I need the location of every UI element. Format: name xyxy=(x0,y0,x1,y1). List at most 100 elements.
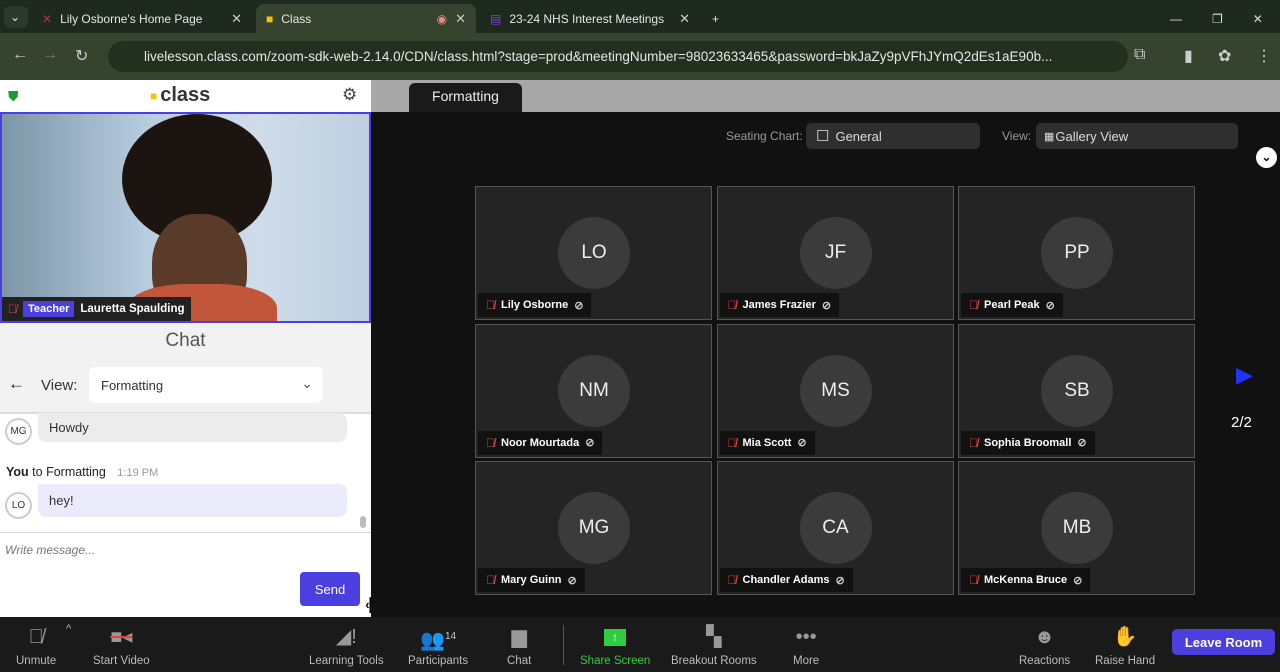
mic-muted-icon: 🎙̸ xyxy=(486,573,495,587)
participant-name-bar: 🎙̸ Lily Osborne ⊘ xyxy=(478,293,592,317)
tab-search-button[interactable]: ⌄ xyxy=(4,6,28,28)
participants-count: 14 xyxy=(444,631,457,642)
start-video-button[interactable]: ■◂ Start Video xyxy=(93,625,150,667)
forms-icon: ▤ xyxy=(490,11,502,26)
participant-avatar: JF xyxy=(799,217,872,289)
url-input[interactable]: livelesson.class.com/zoom-sdk-web-2.14.0… xyxy=(108,41,1128,72)
participant-tile[interactable]: PP 🎙̸ Pearl Peak ⊘ xyxy=(958,186,1195,320)
learning-tools-button[interactable]: ◢! Learning Tools xyxy=(309,625,384,667)
chat-scrollbar[interactable] xyxy=(360,516,366,528)
participant-avatar: CA xyxy=(799,492,872,564)
message-input[interactable] xyxy=(0,536,360,564)
send-button[interactable]: Send xyxy=(300,572,360,606)
eye-off-icon: ⊘ xyxy=(585,437,595,449)
participant-name: Sophia Broomall xyxy=(984,436,1072,449)
eye-off-icon: ⊘ xyxy=(797,437,807,449)
reactions-button[interactable]: ☻ Reactions xyxy=(1019,625,1070,667)
meeting-toolbar: 🎙̸ Unmute ^ ■◂ Start Video ◢! Learning Tool… xyxy=(0,617,1280,672)
eye-off-icon: ⊘ xyxy=(567,574,577,587)
participant-tile[interactable]: MG 🎙̸ Mary Guinn ⊘ xyxy=(475,461,712,595)
recipient: to Formatting xyxy=(32,465,106,479)
chat-title: Chat xyxy=(0,323,371,358)
forward-icon[interactable]: → xyxy=(42,46,58,64)
square-icon: ☐ xyxy=(816,128,830,145)
mic-muted-icon: 🎙̸ xyxy=(969,435,978,450)
breakout-rooms-button[interactable]: ▚ Breakout Rooms xyxy=(671,625,757,667)
tab-nhs-meetings[interactable]: ▤ 23-24 NHS Interest Meetings ✕ xyxy=(480,4,700,33)
close-icon[interactable]: ✕ xyxy=(679,11,690,27)
maximize-icon[interactable]: ❐ xyxy=(1212,12,1223,26)
label: Breakout Rooms xyxy=(671,655,757,667)
participant-name: McKenna Bruce xyxy=(984,574,1068,586)
participant-tile[interactable]: MB 🎙̸ McKenna Bruce ⊘ xyxy=(958,461,1195,595)
gallery-view-select[interactable]: ▦ Gallery View xyxy=(1036,123,1238,149)
sidepanel-icon[interactable]: ▮ xyxy=(1184,46,1193,66)
participant-name-bar: 🎙̸ James Frazier ⊘ xyxy=(719,293,840,317)
participant-tile[interactable]: JF 🎙̸ James Frazier ⊘ xyxy=(716,186,954,320)
mic-muted-icon: 🎙̸ xyxy=(969,298,978,312)
next-page-icon[interactable]: ▶ xyxy=(1236,362,1253,388)
participant-name: Chandler Adams xyxy=(742,574,830,586)
leave-room-button[interactable]: Leave Room xyxy=(1172,629,1275,655)
label: Reactions xyxy=(1019,655,1071,667)
more-button[interactable]: ••• More xyxy=(793,625,819,667)
eye-off-icon: ⊘ xyxy=(574,299,584,312)
seating-chart-select[interactable]: ☐ General xyxy=(806,123,980,149)
raise-hand-button[interactable]: ✋ Raise Hand xyxy=(1095,625,1155,667)
participants-icon: 👥14 xyxy=(420,629,457,652)
participant-avatar: SB xyxy=(1041,354,1113,427)
chat-view-select[interactable]: Formatting ⌄ xyxy=(89,367,323,403)
participant-tile[interactable]: LO 🎙̸ Lily Osborne ⊘ xyxy=(475,186,712,320)
menu-icon[interactable]: ⋮ xyxy=(1256,46,1272,66)
tab-class[interactable]: ■ Class ◉ ✕ xyxy=(256,4,476,33)
participant-tile[interactable]: MS 🎙̸ Mia Scott ⊘ xyxy=(716,323,954,458)
close-icon[interactable]: ✕ xyxy=(455,11,466,27)
collapse-down-icon[interactable]: ⌄ xyxy=(1256,147,1277,168)
tab-home-page[interactable]: ✕ Lily Osborne's Home Page ✕ xyxy=(32,4,252,33)
page-indicator: 2/2 xyxy=(1231,414,1252,431)
chat-view-value: Formatting xyxy=(101,378,164,393)
participant-name: Mary Guinn xyxy=(501,574,562,586)
back-arrow-icon[interactable]: ← xyxy=(8,374,25,394)
close-window-icon[interactable]: ✕ xyxy=(1253,12,1263,26)
gear-icon[interactable]: ⚙ xyxy=(342,85,357,105)
label: Start Video xyxy=(93,655,150,667)
new-tab-button[interactable]: + xyxy=(702,4,729,33)
url-text: livelesson.class.com/zoom-sdk-web-2.14.0… xyxy=(144,49,1053,64)
participant-name-bar: 🎙̸ McKenna Bruce ⊘ xyxy=(961,568,1091,592)
tab-formatting[interactable]: Formatting xyxy=(409,83,522,112)
back-icon[interactable]: ← xyxy=(12,46,28,64)
share-screen-button[interactable]: ↑ Share Screen xyxy=(580,625,650,667)
window-controls[interactable]: — ❐ ✕ xyxy=(1160,4,1273,33)
participant-tile[interactable]: SB 🎙̸ Sophia Broomall ⊘ xyxy=(958,323,1195,458)
participants-button[interactable]: 👥14 Participants xyxy=(408,625,468,667)
participant-name-bar: 🎙̸ Chandler Adams ⊘ xyxy=(719,568,853,592)
raise-hand-icon: ✋ xyxy=(1112,626,1138,648)
mic-muted-icon: 🎙̸ xyxy=(969,573,978,587)
participant-name-bar: 🎙̸ Sophia Broomall ⊘ xyxy=(961,430,1095,455)
label: Share Screen xyxy=(580,655,651,667)
mic-muted-icon: 🎙̸ xyxy=(486,435,495,450)
unmute-button[interactable]: 🎙̸ Unmute xyxy=(16,625,56,667)
close-icon[interactable]: ✕ xyxy=(231,11,242,27)
eye-off-icon: ⊘ xyxy=(835,574,845,587)
sender: You xyxy=(6,465,29,479)
profile-avatar[interactable]: ✿ xyxy=(1218,46,1231,66)
participant-tile[interactable]: NM 🎙̸ Noor Mourtada ⊘ xyxy=(475,323,712,458)
avatar: LO xyxy=(5,492,32,519)
chat-icon: ▆ xyxy=(511,626,527,648)
chat-message: Howdy xyxy=(38,413,347,442)
chat-button[interactable]: ▆ Chat xyxy=(507,625,531,667)
participant-avatar: NM xyxy=(558,354,630,427)
video-off-icon: ■◂ xyxy=(110,626,133,648)
participant-avatar: MS xyxy=(799,354,872,427)
label: Participants xyxy=(408,655,469,667)
reload-icon[interactable]: ↻ xyxy=(75,46,88,66)
participant-tile[interactable]: CA 🎙̸ Chandler Adams ⊘ xyxy=(716,461,954,595)
label: More xyxy=(793,655,820,667)
teacher-name: Lauretta Spaulding xyxy=(80,303,185,315)
extensions-icon[interactable]: ⧉ xyxy=(1134,46,1145,64)
minimize-icon[interactable]: — xyxy=(1170,12,1182,26)
audio-options-caret[interactable]: ^ xyxy=(66,623,71,635)
tab-title: Class xyxy=(281,11,312,26)
